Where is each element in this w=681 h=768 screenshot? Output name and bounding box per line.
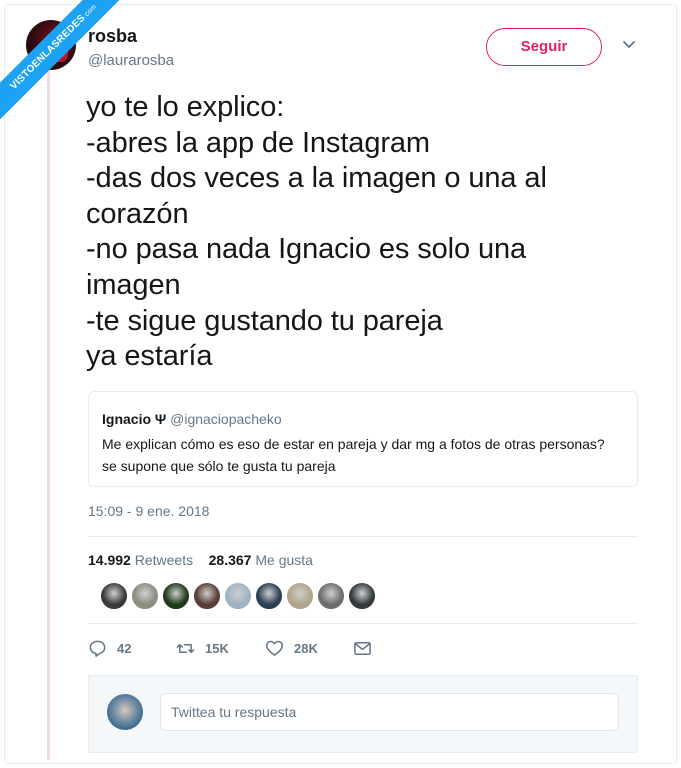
tweet-line: imagen xyxy=(86,268,181,301)
likes-count: 28.367 xyxy=(208,552,252,568)
liker-avatar[interactable] xyxy=(348,582,376,610)
tweet-stats: 14.992 Retweets 28.367 Me gusta xyxy=(88,552,313,568)
liker-avatar[interactable] xyxy=(162,582,190,610)
reply-input[interactable]: Twittea tu respuesta xyxy=(160,693,619,731)
quoted-author-name: Ignacio Ψ xyxy=(102,411,167,427)
reply-button[interactable]: 42 xyxy=(88,638,131,658)
liker-avatar[interactable] xyxy=(193,582,221,610)
tweet-line: -das dos veces a la imagen o una al xyxy=(86,162,547,195)
like-button[interactable]: 28K xyxy=(265,638,318,658)
liker-avatar[interactable] xyxy=(286,582,314,610)
tweet-line: ya estaría xyxy=(86,340,213,373)
chevron-down-icon[interactable] xyxy=(622,38,636,52)
divider xyxy=(88,623,638,624)
liker-avatar[interactable] xyxy=(255,582,283,610)
retweets-label: Retweets xyxy=(134,552,194,568)
like-count: 28K xyxy=(294,640,318,656)
reply-icon xyxy=(89,640,106,657)
current-user-avatar xyxy=(107,694,143,730)
liker-avatar[interactable] xyxy=(131,582,159,610)
watermark-text: VISTOENLASREDES xyxy=(8,12,88,92)
heart-icon xyxy=(265,640,284,656)
retweet-icon xyxy=(176,643,195,653)
reply-count: 42 xyxy=(117,640,132,656)
message-button[interactable] xyxy=(353,638,372,658)
retweets-stat[interactable]: 14.992 Retweets xyxy=(88,552,193,568)
thread-line xyxy=(47,70,50,760)
likes-label: Me gusta xyxy=(255,552,313,568)
tweet-line: corazón xyxy=(86,197,189,230)
quoted-tweet[interactable]: Ignacio Ψ @ignaciopacheko Me explican có… xyxy=(88,391,638,487)
reply-composer: Twittea tu respuesta xyxy=(88,675,638,753)
quoted-author-handle: @ignaciopacheko xyxy=(170,411,282,427)
tweet-timestamp[interactable]: 15:09 - 9 ene. 2018 xyxy=(88,503,209,519)
tweet-text: yo te lo explico: -abres la app de Insta… xyxy=(86,90,646,375)
tweet-line: yo te lo explico: xyxy=(86,91,285,123)
follow-button[interactable]: Seguir xyxy=(486,28,602,66)
tweet-line: -no pasa nada Ignacio es solo una xyxy=(86,233,527,266)
watermark-suffix: .com xyxy=(81,3,99,20)
quoted-header: Ignacio Ψ @ignaciopacheko xyxy=(102,411,282,427)
liker-avatar[interactable] xyxy=(100,582,128,610)
watermark: VISTOENLASREDES.com xyxy=(0,0,120,120)
watermark-ribbon: VISTOENLASREDES.com xyxy=(0,0,120,120)
liker-avatar[interactable] xyxy=(317,582,345,610)
divider xyxy=(88,536,638,537)
quoted-text: Me explican cómo es eso de estar en pare… xyxy=(102,436,605,474)
envelope-icon xyxy=(354,641,371,655)
retweet-count: 15K xyxy=(205,640,229,656)
retweets-count: 14.992 xyxy=(88,552,131,568)
likes-stat[interactable]: 28.367 Me gusta xyxy=(209,552,313,568)
tweet-line: -te sigue gustando tu pareja xyxy=(86,304,443,337)
retweet-button[interactable]: 15K xyxy=(176,638,229,658)
liker-avatar[interactable] xyxy=(224,582,252,610)
tweet-line: -abres la app de Instagram xyxy=(86,126,430,159)
